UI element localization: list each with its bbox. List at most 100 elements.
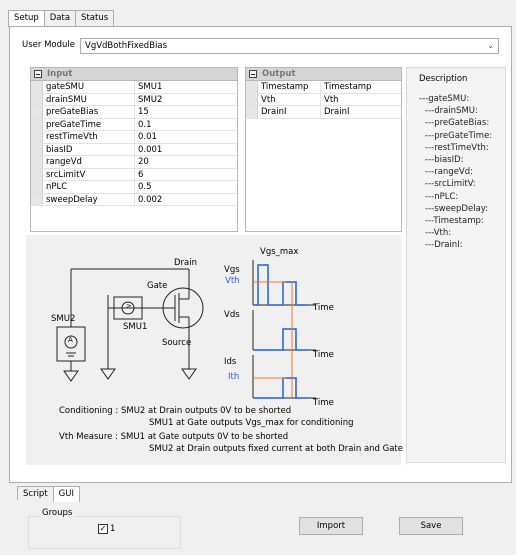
property-name: preGateBias [43, 106, 135, 118]
description-line: ---sweepDelay: [425, 203, 489, 214]
vds-label: Vds [224, 310, 240, 320]
ammeter-symbol: A [68, 336, 73, 344]
input-header-label: Input [47, 69, 73, 79]
ith-label: Ith [228, 372, 240, 382]
description-line: ---preGateTime: [425, 130, 493, 141]
row-gutter [246, 106, 258, 118]
description-line: ---drainSMU: [425, 106, 478, 117]
property-name: preGateTime [43, 118, 135, 130]
table-row: sweepDelay 0.002 [31, 193, 237, 206]
tab-gui[interactable]: GUI [52, 486, 80, 502]
time-label-3: Time [313, 398, 334, 408]
row-gutter [31, 193, 43, 205]
description-line: ---gateSMU: [419, 94, 470, 104]
note-vth-2: SMU2 at Drain outputs fixed current at b… [149, 444, 403, 454]
vgs-max-label: Vgs_max [260, 247, 299, 257]
chevron-down-icon: ⌄ [487, 41, 494, 50]
row-gutter [31, 93, 43, 105]
voltmeter-symbol: > [126, 302, 132, 310]
property-name: biasID [43, 143, 135, 155]
vth-axis-label: Vth [225, 276, 240, 286]
vgs-label: Vgs [224, 265, 240, 275]
property-name: drainSMU [43, 93, 135, 105]
table-row: srcLimitV 6 [31, 168, 237, 181]
circuit-diagram: Drain Gate Source SMU2 SMU1 A > Vgs_max … [26, 235, 403, 465]
import-button[interactable]: Import [299, 517, 363, 535]
input-grid: Input gateSMU SMU1 drainSMU SMU2 preGateBias… [30, 67, 238, 232]
property-name: Vth [258, 93, 321, 105]
property-name: sweepDelay [43, 193, 135, 205]
input-header: Input [31, 68, 237, 81]
property-name: Timestamp [258, 81, 321, 93]
ids-label: Ids [224, 357, 237, 367]
description-line: ---Vth: [425, 228, 452, 239]
note-conditioning-2: SMU1 at Gate outputs Vgs_max for conditi… [149, 418, 354, 428]
smu1-label: SMU1 [123, 322, 148, 332]
gate-label: Gate [147, 281, 168, 291]
tab-data[interactable]: Data [43, 10, 77, 26]
row-gutter [31, 143, 43, 155]
output-header: Output [246, 68, 401, 81]
property-name: srcLimitV [43, 168, 135, 180]
description-title: Description [419, 74, 468, 84]
property-value[interactable]: 0.5 [135, 181, 237, 193]
description-line: ---rangeVd: [425, 167, 473, 178]
drain-label: Drain [174, 258, 197, 268]
description-line: ---nPLC: [425, 191, 459, 202]
description-line: ---DrainI: [425, 240, 463, 251]
row-gutter [31, 168, 43, 180]
circuit-svg [56, 260, 316, 399]
table-row: restTimeVth 0.01 [31, 131, 237, 144]
output-grid: Output Timestamp Timestamp Vth Vth DrainI Dra… [245, 67, 402, 232]
property-value[interactable]: 0.001 [135, 144, 237, 156]
user-module-value: VgVdBothFixedBias [85, 41, 168, 51]
property-value[interactable]: SMU1 [135, 81, 237, 93]
table-row: biasID 0.001 [31, 143, 237, 156]
property-value[interactable]: 15 [135, 106, 237, 118]
table-row: preGateBias 15 [31, 106, 237, 119]
tab-status[interactable]: Status [75, 10, 115, 26]
description-line: ---Timestamp: [425, 216, 484, 226]
note-vth-1: Vth Measure : SMU1 at Gate outputs 0V to… [59, 432, 289, 442]
property-value[interactable]: SMU2 [135, 94, 237, 106]
property-name: restTimeVth [43, 131, 135, 143]
property-name: gateSMU [43, 81, 135, 93]
table-row: Timestamp Timestamp [246, 81, 401, 94]
source-label: Source [162, 338, 192, 348]
description-line: ---srcLimitV: [425, 179, 476, 190]
property-value[interactable]: DrainI [321, 106, 401, 118]
collapse-icon[interactable] [34, 70, 42, 78]
save-button[interactable]: Save [399, 517, 463, 535]
description-line: ---preGateBias: [425, 118, 490, 129]
time-label-1: Time [313, 303, 334, 313]
user-module-select[interactable]: VgVdBothFixedBias ⌄ [80, 38, 499, 54]
row-gutter [31, 181, 43, 193]
top-tab-bar: Setup Data Status [8, 10, 115, 27]
property-value[interactable]: 20 [135, 156, 237, 168]
row-gutter [31, 118, 43, 130]
property-value[interactable]: Timestamp [321, 81, 401, 93]
property-value[interactable]: 0.01 [135, 131, 237, 143]
collapse-icon[interactable] [249, 70, 257, 78]
property-value[interactable]: 0.002 [135, 194, 237, 206]
row-gutter [246, 93, 258, 105]
tab-setup[interactable]: Setup [8, 10, 45, 27]
smu2-label: SMU2 [51, 314, 76, 324]
output-header-label: Output [262, 69, 296, 79]
property-name: nPLC [43, 181, 135, 193]
group-checkbox[interactable]: ✓ [98, 524, 108, 534]
time-label-2: Time [313, 350, 334, 360]
table-row: nPLC 0.5 [31, 181, 237, 194]
property-name: rangeVd [43, 156, 135, 168]
group-checkbox-label: 1 [110, 524, 116, 534]
table-row: rangeVd 20 [31, 156, 237, 169]
tab-script[interactable]: Script [17, 486, 54, 500]
user-module-label: User Module [22, 40, 75, 50]
row-gutter [31, 106, 43, 118]
property-value[interactable]: Vth [321, 94, 401, 106]
table-row: preGateTime 0.1 [31, 118, 237, 131]
description-line: ---biasID: [425, 155, 464, 165]
row-gutter [31, 81, 43, 93]
property-value[interactable]: 6 [135, 169, 237, 181]
property-value[interactable]: 0.1 [135, 119, 237, 131]
